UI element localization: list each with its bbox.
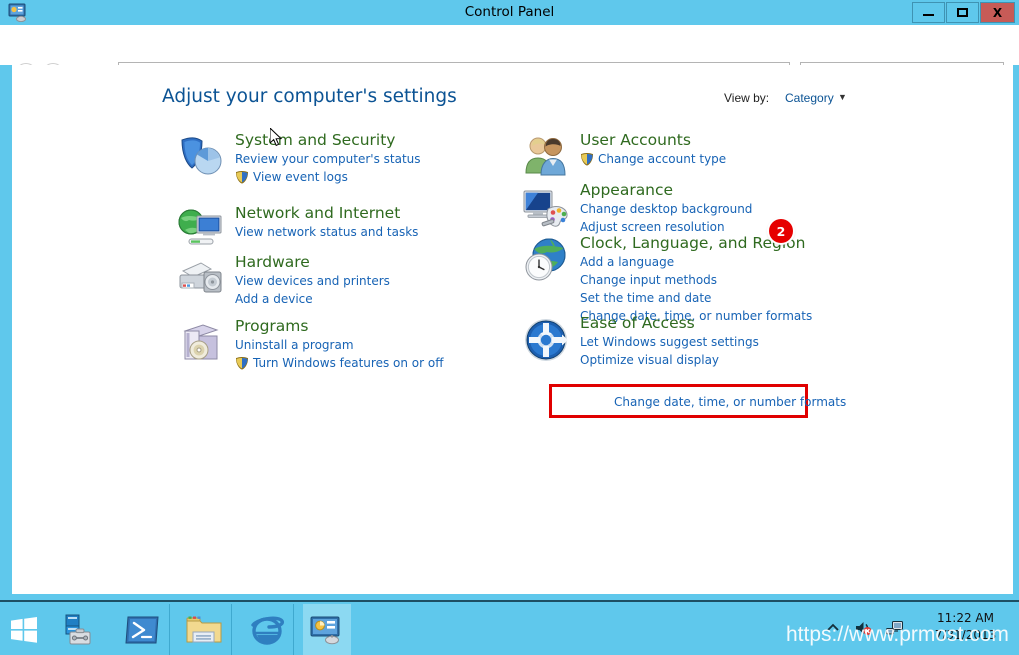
chevron-down-icon[interactable]: ▼ <box>838 92 847 102</box>
category-link[interactable]: Change desktop background <box>580 200 752 218</box>
two-people-icon <box>522 133 570 181</box>
category-title[interactable]: Programs <box>235 317 444 336</box>
category-hardware: Hardware View devices and printers Add a… <box>177 253 390 309</box>
category-link[interactable]: Add a language <box>580 253 812 271</box>
maximize-icon <box>957 8 968 17</box>
view-by-value[interactable]: Category <box>785 91 834 105</box>
start-button[interactable] <box>0 604 48 655</box>
watermark: https://www.prmost.com <box>786 623 1009 647</box>
uac-shield-icon <box>580 152 594 166</box>
category-link[interactable]: Uninstall a program <box>235 336 444 354</box>
category-link[interactable]: Change input methods <box>580 271 812 289</box>
category-title[interactable]: Ease of Access <box>580 314 759 333</box>
taskbar-powershell[interactable] <box>118 604 166 655</box>
category-title[interactable]: System and Security <box>235 131 421 150</box>
control-panel-window: Control Panel X ▼ ↑ <box>0 0 1019 600</box>
taskbar-separator <box>231 604 232 655</box>
monitor-palette-icon <box>522 183 570 231</box>
highlighted-link-label[interactable]: Change date, time, or number formats <box>614 395 846 409</box>
category-programs: Programs Uninstall a program Turn Window <box>177 317 444 373</box>
category-title[interactable]: Appearance <box>580 181 752 200</box>
category-body: Programs Uninstall a program Turn Window <box>235 317 444 372</box>
highlight-rectangle: Change date, time, or number formats <box>549 384 808 418</box>
category-clock-language-and-region: Clock, Language, and Region Add a langua… <box>522 234 812 325</box>
page-title: Adjust your computer's settings <box>162 86 457 107</box>
screen: Control Panel X ▼ ↑ <box>0 0 1019 655</box>
category-appearance: Appearance Change desktop background Adj… <box>522 181 752 237</box>
shield-pie-icon <box>177 133 225 181</box>
title-bar: Control Panel X <box>0 0 1019 25</box>
category-link[interactable]: Let Windows suggest settings <box>580 333 759 351</box>
maximize-button[interactable] <box>946 2 979 23</box>
ease-of-access-icon <box>522 316 570 364</box>
taskbar-separator <box>293 604 294 655</box>
uac-shield-icon <box>235 356 249 370</box>
category-link[interactable]: View devices and printers <box>235 272 390 290</box>
category-link[interactable]: Change account type <box>580 150 726 168</box>
category-body: Ease of Access Let Windows suggest setti… <box>580 314 759 369</box>
category-system-and-security: System and Security Review your computer… <box>177 131 421 187</box>
content-area: Adjust your computer's settings View by:… <box>12 65 1013 594</box>
minimize-button[interactable] <box>912 2 945 23</box>
taskbar-control-panel[interactable] <box>303 604 351 655</box>
category-link[interactable]: View event logs <box>235 168 421 186</box>
category-link[interactable]: Add a device <box>235 290 390 308</box>
category-link[interactable]: Set the time and date <box>580 289 812 307</box>
category-body: Appearance Change desktop background Adj… <box>580 181 752 236</box>
printer-icon <box>177 255 225 303</box>
taskbar-server-manager[interactable] <box>55 604 103 655</box>
category-link[interactable]: Optimize visual display <box>580 351 759 369</box>
window-title: Control Panel <box>0 4 1019 20</box>
category-title[interactable]: User Accounts <box>580 131 726 150</box>
category-title[interactable]: Hardware <box>235 253 390 272</box>
category-body: System and Security Review your computer… <box>235 131 421 186</box>
uac-shield-icon <box>235 170 249 184</box>
minimize-icon <box>923 14 934 16</box>
category-link-label: Change account type <box>598 152 726 166</box>
category-link-label: Turn Windows features on or off <box>253 356 444 370</box>
category-link-label: View event logs <box>253 170 348 184</box>
category-body: Hardware View devices and printers Add a… <box>235 253 390 308</box>
globe-monitors-icon <box>177 206 225 254</box>
taskbar-separator <box>169 604 170 655</box>
close-button[interactable]: X <box>980 2 1015 23</box>
navigation-bar: ▼ ↑ ▶ Control Panel ∨ ↻ <box>0 25 1019 65</box>
mouse-cursor <box>270 128 284 148</box>
category-user-accounts: User Accounts Change account type <box>522 131 726 187</box>
globe-clock-icon <box>522 236 570 284</box>
category-link[interactable]: Review your computer's status <box>235 150 421 168</box>
program-box-cd-icon <box>177 319 225 367</box>
taskbar-internet-explorer[interactable] <box>243 604 291 655</box>
category-body: Clock, Language, and Region Add a langua… <box>580 234 812 325</box>
view-by-label: View by: <box>724 91 769 105</box>
step-badge-2: 2 <box>769 219 793 243</box>
category-link[interactable]: Turn Windows features on or off <box>235 354 444 372</box>
category-body: Network and Internet View network status… <box>235 204 418 241</box>
category-link[interactable]: View network status and tasks <box>235 223 418 241</box>
category-ease-of-access: Ease of Access Let Windows suggest setti… <box>522 314 759 370</box>
category-body: User Accounts Change account type <box>580 131 726 168</box>
category-network-and-internet: Network and Internet View network status… <box>177 204 418 260</box>
taskbar-file-explorer[interactable] <box>180 604 228 655</box>
category-title[interactable]: Network and Internet <box>235 204 418 223</box>
